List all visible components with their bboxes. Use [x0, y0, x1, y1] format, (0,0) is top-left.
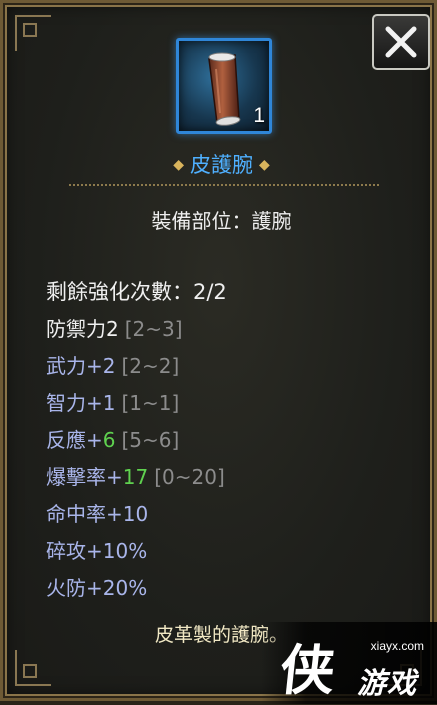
- item-count: 1: [253, 104, 265, 127]
- item-tooltip-panel: 1 ◆ 皮護腕 ◆ 裝備部位：護腕 剩餘強化次數：2/2 防禦力2 [2~3] 武力+…: [0, 0, 437, 704]
- diamond-ornament-icon: ◆: [173, 157, 184, 173]
- stat-row-defense: 防禦力2 [2~3]: [46, 314, 227, 351]
- stat-row-enhance-remaining: 剩餘強化次數：2/2: [46, 277, 227, 314]
- stat-bonus: 6: [102, 428, 116, 452]
- item-name-row: ◆ 皮護腕 ◆: [3, 149, 437, 179]
- stat-range: [2~2]: [121, 354, 180, 378]
- watermark-url: xiayx.com: [370, 639, 424, 653]
- stat-row-reflex: 反應+6 [5~6]: [46, 425, 227, 462]
- stat-row-break-attack: 碎攻+10%: [46, 536, 227, 573]
- stat-label: 碎攻+10%: [46, 539, 148, 563]
- stat-label: 智力+1: [46, 391, 116, 415]
- section-divider: [69, 184, 379, 186]
- stat-row-hit-rate: 命中率+10: [46, 499, 227, 536]
- item-name: 皮護腕: [190, 153, 253, 177]
- stat-range: [5~6]: [121, 428, 180, 452]
- stat-range: [0~20]: [154, 465, 225, 489]
- stat-list: 剩餘強化次數：2/2 防禦力2 [2~3] 武力+2 [2~2] 智力+1 [1~1]…: [46, 277, 227, 610]
- site-watermark: xiayx.com 侠 游戏: [261, 622, 437, 704]
- equip-slot-text: 裝備部位：護腕: [151, 209, 292, 233]
- stat-label: 武力+2: [46, 354, 116, 378]
- stat-row-fire-resist: 火防+20%: [46, 573, 227, 610]
- stat-label: 剩餘強化次數：2/2: [46, 280, 227, 304]
- stat-bonus: 17: [122, 465, 149, 489]
- close-icon: [385, 26, 417, 58]
- stat-range: [2~3]: [124, 317, 183, 341]
- stat-label: 爆擊率+: [46, 465, 123, 489]
- frame-corner-ornament: [15, 650, 51, 686]
- stat-range: [1~1]: [121, 391, 180, 415]
- stat-label: 火防+20%: [46, 576, 148, 600]
- stat-label: 命中率+10: [46, 502, 149, 526]
- watermark-logo-text: 游戏: [357, 666, 418, 700]
- item-icon-slot[interactable]: 1: [176, 38, 272, 134]
- stat-row-intelligence: 智力+1 [1~1]: [46, 388, 227, 425]
- stat-label: 反應+: [46, 428, 103, 452]
- stat-row-strength: 武力+2 [2~2]: [46, 351, 227, 388]
- diamond-ornament-icon: ◆: [259, 157, 270, 173]
- stat-label: 防禦力2: [46, 317, 119, 341]
- stat-row-crit-rate: 爆擊率+17 [0~20]: [46, 462, 227, 499]
- frame-corner-ornament: [15, 15, 51, 51]
- close-button[interactable]: [372, 14, 430, 70]
- watermark-logo-mark: 侠: [277, 638, 338, 702]
